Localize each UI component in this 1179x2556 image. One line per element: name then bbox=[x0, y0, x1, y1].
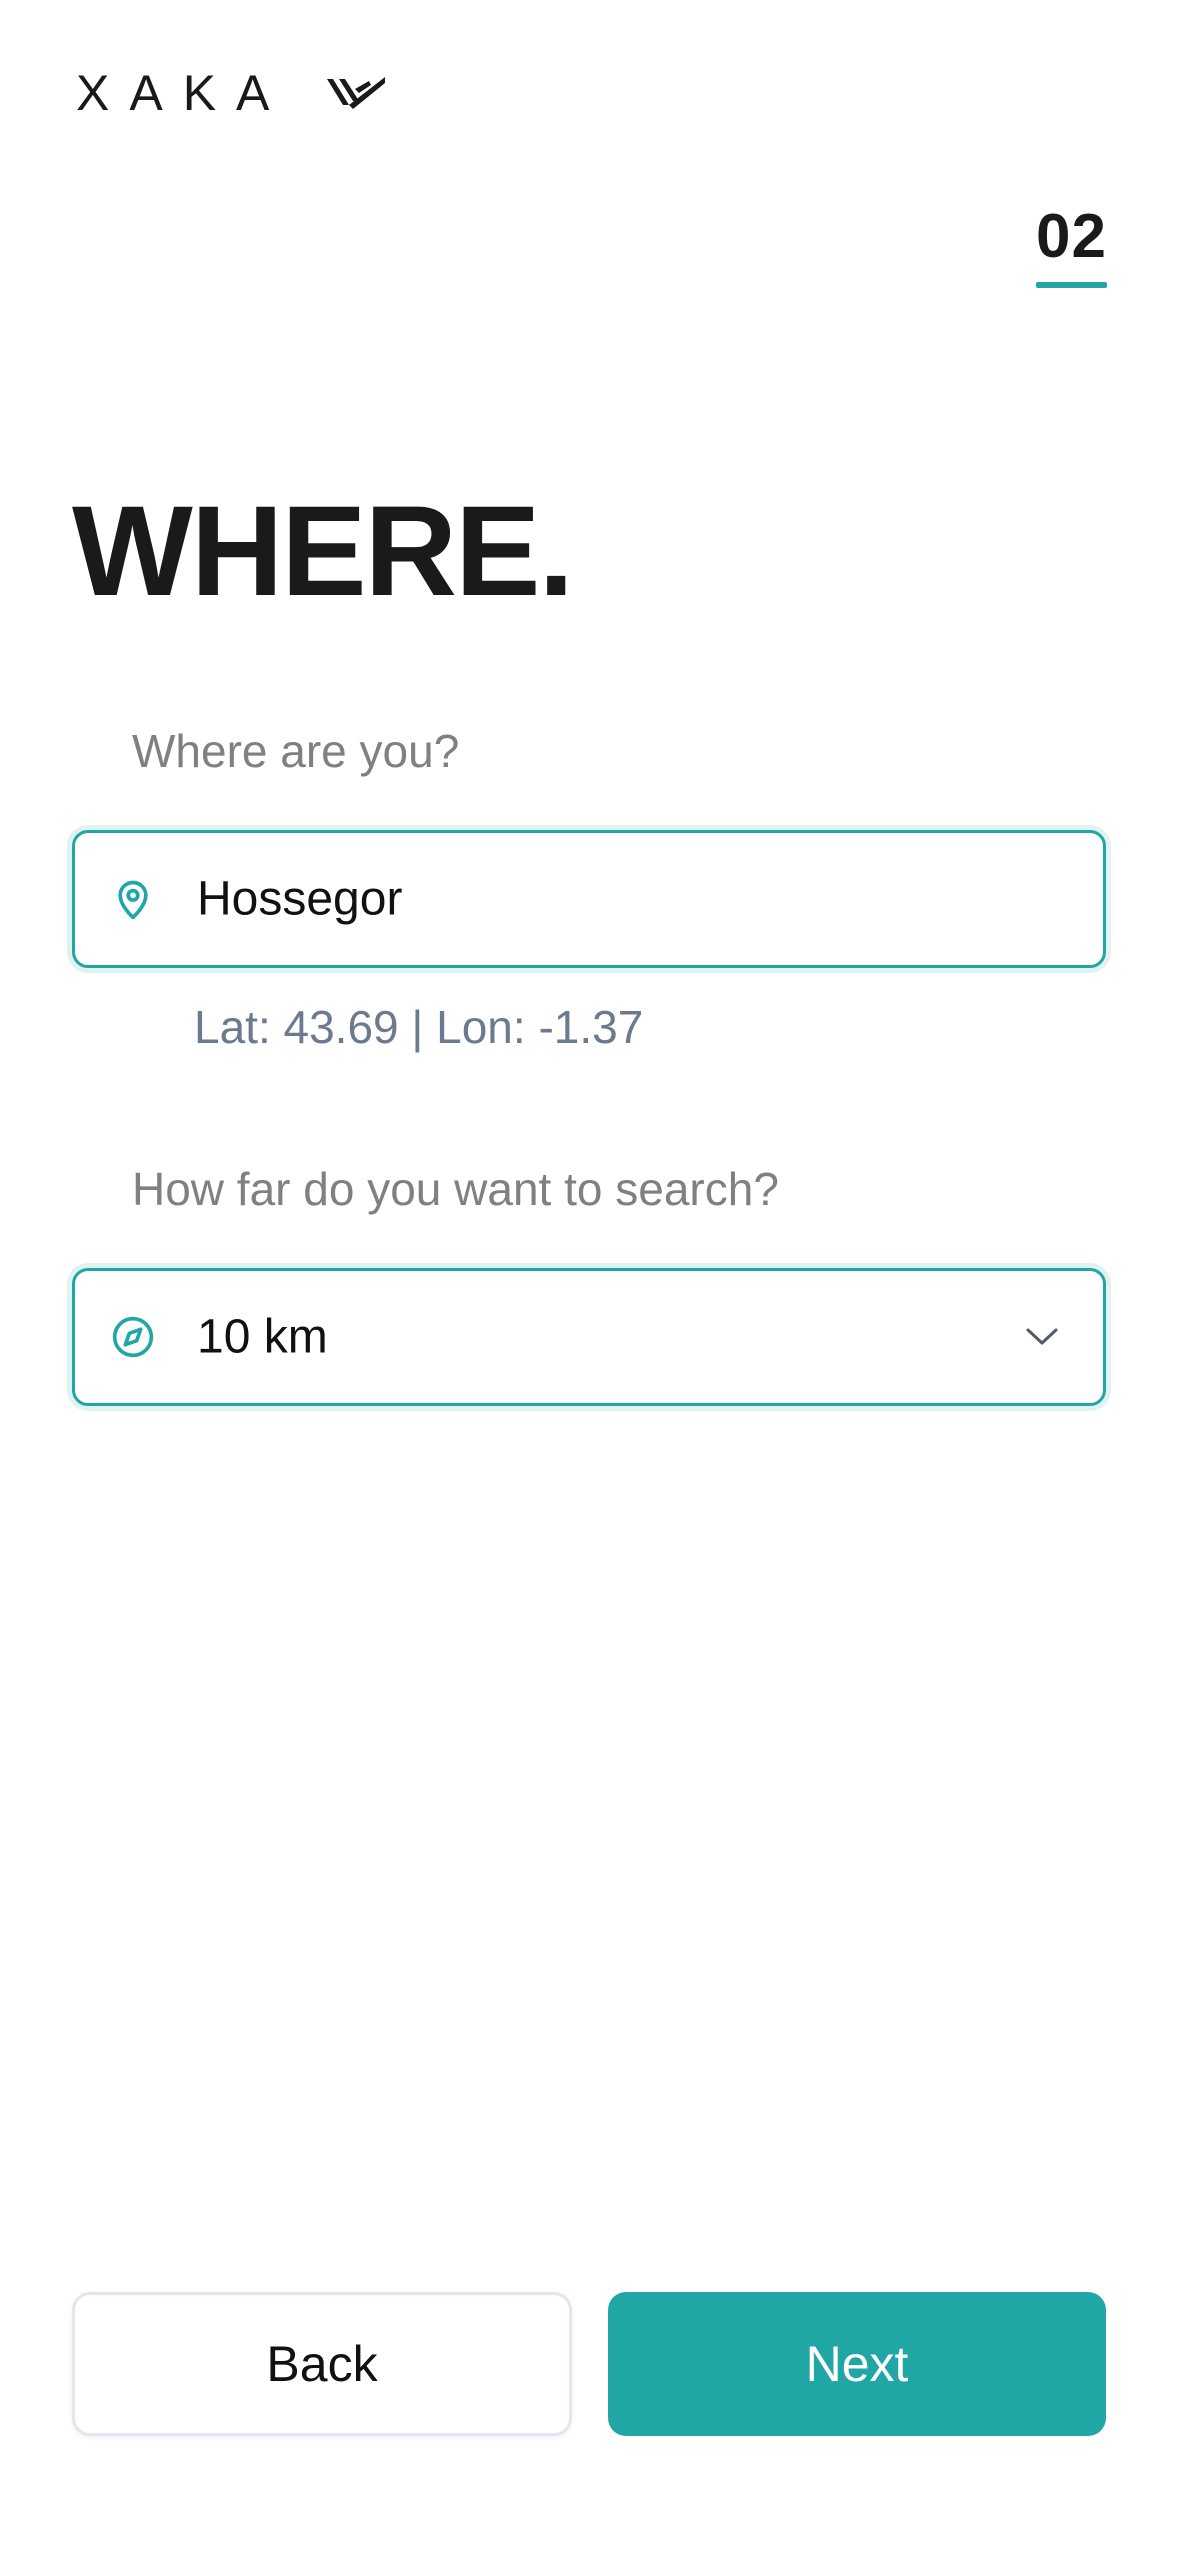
radius-selected-value: 10 km bbox=[197, 1310, 328, 1364]
coordinates-text: Lat: 43.69 | Lon: -1.37 bbox=[194, 1001, 644, 1053]
radius-label: How far do you want to search? bbox=[132, 1163, 779, 1215]
next-button[interactable]: Next bbox=[608, 2292, 1106, 2436]
step-number: 02 bbox=[1036, 202, 1107, 271]
logo-text: XAKA bbox=[76, 65, 290, 121]
map-pin-icon bbox=[111, 877, 155, 921]
page-title: WHERE. bbox=[72, 480, 574, 623]
location-field[interactable] bbox=[72, 830, 1106, 968]
app-logo: XAKA bbox=[76, 68, 387, 118]
chevron-down-icon[interactable] bbox=[1025, 1327, 1059, 1347]
shaka-hand-icon bbox=[325, 75, 387, 111]
location-input[interactable] bbox=[197, 871, 997, 927]
step-underline bbox=[1036, 282, 1107, 288]
back-button[interactable]: Back bbox=[72, 2292, 572, 2436]
location-label: Where are you? bbox=[132, 725, 460, 777]
compass-icon bbox=[111, 1315, 155, 1359]
radius-select[interactable]: 10 km bbox=[72, 1268, 1106, 1406]
step-indicator: 02 bbox=[1036, 206, 1107, 288]
